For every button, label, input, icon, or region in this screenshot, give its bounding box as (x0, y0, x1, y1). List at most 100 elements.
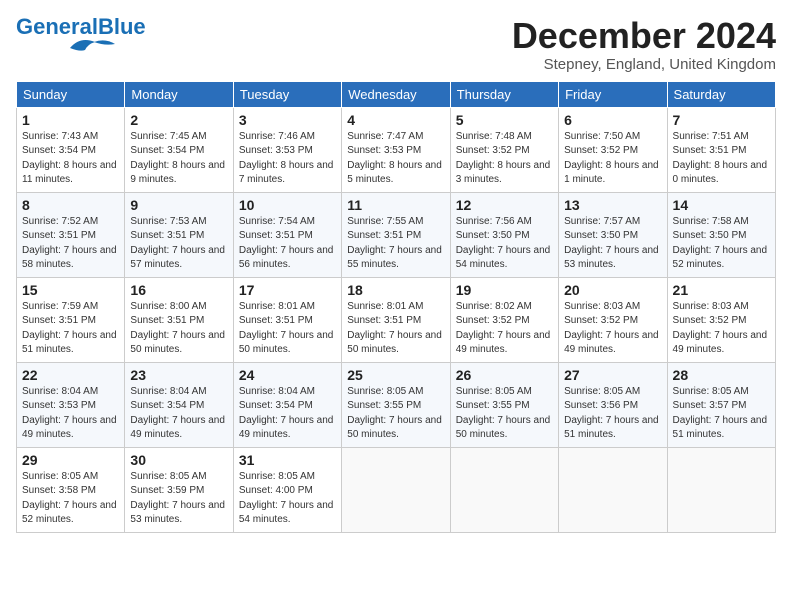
table-row: 22 Sunrise: 8:04 AM Sunset: 3:53 PM Dayl… (17, 362, 125, 447)
table-row: 9 Sunrise: 7:53 AM Sunset: 3:51 PM Dayli… (125, 192, 233, 277)
day-detail: Sunrise: 8:03 AM Sunset: 3:52 PM Dayligh… (564, 300, 661, 358)
header-friday: Friday (559, 81, 667, 107)
header-sunday: Sunday (17, 81, 125, 107)
day-number: 14 (673, 197, 770, 213)
day-number: 8 (22, 197, 119, 213)
day-detail: Sunrise: 8:04 AM Sunset: 3:53 PM Dayligh… (22, 385, 119, 443)
day-number: 31 (239, 452, 336, 468)
table-row: 19 Sunrise: 8:02 AM Sunset: 3:52 PM Dayl… (450, 277, 558, 362)
calendar-header-row: Sunday Monday Tuesday Wednesday Thursday… (17, 81, 776, 107)
day-number: 13 (564, 197, 661, 213)
day-number: 23 (130, 367, 227, 383)
table-row: 12 Sunrise: 7:56 AM Sunset: 3:50 PM Dayl… (450, 192, 558, 277)
day-number: 6 (564, 112, 661, 128)
day-number: 28 (673, 367, 770, 383)
location: Stepney, England, United Kingdom (512, 56, 776, 73)
calendar-week-row: 15 Sunrise: 7:59 AM Sunset: 3:51 PM Dayl… (17, 277, 776, 362)
table-row: 16 Sunrise: 8:00 AM Sunset: 3:51 PM Dayl… (125, 277, 233, 362)
day-detail: Sunrise: 8:05 AM Sunset: 3:59 PM Dayligh… (130, 470, 227, 528)
logo-bird-icon (60, 34, 120, 59)
day-number: 2 (130, 112, 227, 128)
table-row: 21 Sunrise: 8:03 AM Sunset: 3:52 PM Dayl… (667, 277, 775, 362)
day-number: 26 (456, 367, 553, 383)
day-detail: Sunrise: 8:01 AM Sunset: 3:51 PM Dayligh… (239, 300, 336, 358)
table-row (667, 447, 775, 532)
table-row: 26 Sunrise: 8:05 AM Sunset: 3:55 PM Dayl… (450, 362, 558, 447)
day-detail: Sunrise: 7:45 AM Sunset: 3:54 PM Dayligh… (130, 130, 227, 188)
day-number: 7 (673, 112, 770, 128)
day-number: 10 (239, 197, 336, 213)
day-detail: Sunrise: 7:50 AM Sunset: 3:52 PM Dayligh… (564, 130, 661, 188)
day-detail: Sunrise: 7:58 AM Sunset: 3:50 PM Dayligh… (673, 215, 770, 273)
day-number: 27 (564, 367, 661, 383)
day-detail: Sunrise: 7:55 AM Sunset: 3:51 PM Dayligh… (347, 215, 444, 273)
day-detail: Sunrise: 8:05 AM Sunset: 4:00 PM Dayligh… (239, 470, 336, 528)
calendar-week-row: 8 Sunrise: 7:52 AM Sunset: 3:51 PM Dayli… (17, 192, 776, 277)
calendar-week-row: 1 Sunrise: 7:43 AM Sunset: 3:54 PM Dayli… (17, 107, 776, 192)
header-wednesday: Wednesday (342, 81, 450, 107)
month-title: December 2024 (512, 16, 776, 56)
day-number: 5 (456, 112, 553, 128)
day-detail: Sunrise: 7:53 AM Sunset: 3:51 PM Dayligh… (130, 215, 227, 273)
day-number: 16 (130, 282, 227, 298)
day-detail: Sunrise: 8:01 AM Sunset: 3:51 PM Dayligh… (347, 300, 444, 358)
day-detail: Sunrise: 8:05 AM Sunset: 3:57 PM Dayligh… (673, 385, 770, 443)
table-row: 31 Sunrise: 8:05 AM Sunset: 4:00 PM Dayl… (233, 447, 341, 532)
day-number: 22 (22, 367, 119, 383)
table-row: 3 Sunrise: 7:46 AM Sunset: 3:53 PM Dayli… (233, 107, 341, 192)
table-row (559, 447, 667, 532)
day-number: 15 (22, 282, 119, 298)
day-number: 24 (239, 367, 336, 383)
day-detail: Sunrise: 7:51 AM Sunset: 3:51 PM Dayligh… (673, 130, 770, 188)
table-row: 1 Sunrise: 7:43 AM Sunset: 3:54 PM Dayli… (17, 107, 125, 192)
table-row: 27 Sunrise: 8:05 AM Sunset: 3:56 PM Dayl… (559, 362, 667, 447)
day-number: 17 (239, 282, 336, 298)
day-detail: Sunrise: 7:46 AM Sunset: 3:53 PM Dayligh… (239, 130, 336, 188)
table-row: 18 Sunrise: 8:01 AM Sunset: 3:51 PM Dayl… (342, 277, 450, 362)
day-detail: Sunrise: 7:52 AM Sunset: 3:51 PM Dayligh… (22, 215, 119, 273)
day-detail: Sunrise: 7:57 AM Sunset: 3:50 PM Dayligh… (564, 215, 661, 273)
calendar-week-row: 29 Sunrise: 8:05 AM Sunset: 3:58 PM Dayl… (17, 447, 776, 532)
day-number: 30 (130, 452, 227, 468)
day-number: 18 (347, 282, 444, 298)
table-row: 10 Sunrise: 7:54 AM Sunset: 3:51 PM Dayl… (233, 192, 341, 277)
day-detail: Sunrise: 7:47 AM Sunset: 3:53 PM Dayligh… (347, 130, 444, 188)
calendar-week-row: 22 Sunrise: 8:04 AM Sunset: 3:53 PM Dayl… (17, 362, 776, 447)
day-detail: Sunrise: 8:03 AM Sunset: 3:52 PM Dayligh… (673, 300, 770, 358)
table-row: 25 Sunrise: 8:05 AM Sunset: 3:55 PM Dayl… (342, 362, 450, 447)
table-row: 28 Sunrise: 8:05 AM Sunset: 3:57 PM Dayl… (667, 362, 775, 447)
table-row: 11 Sunrise: 7:55 AM Sunset: 3:51 PM Dayl… (342, 192, 450, 277)
day-number: 25 (347, 367, 444, 383)
header-saturday: Saturday (667, 81, 775, 107)
day-number: 21 (673, 282, 770, 298)
table-row: 7 Sunrise: 7:51 AM Sunset: 3:51 PM Dayli… (667, 107, 775, 192)
day-detail: Sunrise: 8:05 AM Sunset: 3:56 PM Dayligh… (564, 385, 661, 443)
day-number: 1 (22, 112, 119, 128)
day-detail: Sunrise: 8:02 AM Sunset: 3:52 PM Dayligh… (456, 300, 553, 358)
calendar-table: Sunday Monday Tuesday Wednesday Thursday… (16, 81, 776, 533)
logo: GeneralBlue (16, 16, 146, 59)
day-detail: Sunrise: 8:04 AM Sunset: 3:54 PM Dayligh… (130, 385, 227, 443)
table-row: 23 Sunrise: 8:04 AM Sunset: 3:54 PM Dayl… (125, 362, 233, 447)
day-number: 19 (456, 282, 553, 298)
day-detail: Sunrise: 7:48 AM Sunset: 3:52 PM Dayligh… (456, 130, 553, 188)
table-row: 17 Sunrise: 8:01 AM Sunset: 3:51 PM Dayl… (233, 277, 341, 362)
day-detail: Sunrise: 7:43 AM Sunset: 3:54 PM Dayligh… (22, 130, 119, 188)
table-row: 15 Sunrise: 7:59 AM Sunset: 3:51 PM Dayl… (17, 277, 125, 362)
day-detail: Sunrise: 7:56 AM Sunset: 3:50 PM Dayligh… (456, 215, 553, 273)
day-number: 3 (239, 112, 336, 128)
day-detail: Sunrise: 8:04 AM Sunset: 3:54 PM Dayligh… (239, 385, 336, 443)
day-detail: Sunrise: 8:05 AM Sunset: 3:55 PM Dayligh… (347, 385, 444, 443)
table-row: 20 Sunrise: 8:03 AM Sunset: 3:52 PM Dayl… (559, 277, 667, 362)
day-number: 9 (130, 197, 227, 213)
table-row: 8 Sunrise: 7:52 AM Sunset: 3:51 PM Dayli… (17, 192, 125, 277)
table-row: 6 Sunrise: 7:50 AM Sunset: 3:52 PM Dayli… (559, 107, 667, 192)
title-block: December 2024 Stepney, England, United K… (512, 16, 776, 73)
day-number: 4 (347, 112, 444, 128)
table-row: 2 Sunrise: 7:45 AM Sunset: 3:54 PM Dayli… (125, 107, 233, 192)
table-row: 5 Sunrise: 7:48 AM Sunset: 3:52 PM Dayli… (450, 107, 558, 192)
day-detail: Sunrise: 7:54 AM Sunset: 3:51 PM Dayligh… (239, 215, 336, 273)
table-row: 13 Sunrise: 7:57 AM Sunset: 3:50 PM Dayl… (559, 192, 667, 277)
day-number: 20 (564, 282, 661, 298)
day-detail: Sunrise: 8:05 AM Sunset: 3:55 PM Dayligh… (456, 385, 553, 443)
